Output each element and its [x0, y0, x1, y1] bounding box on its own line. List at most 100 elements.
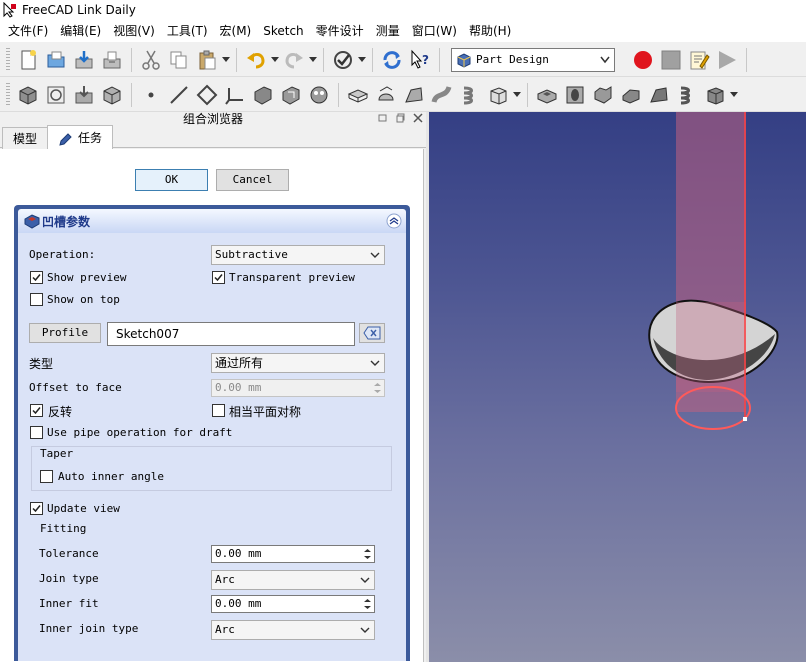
transparent-preview-checkbox[interactable] [212, 271, 225, 284]
toolbar-separator [131, 47, 132, 72]
toolbar-grip[interactable] [6, 47, 10, 72]
subshape-binder-button[interactable] [278, 81, 304, 109]
tolerance-value: 0.00 mm [215, 547, 262, 560]
create-sketch-icon [47, 86, 65, 103]
cancel-button[interactable]: Cancel [216, 169, 289, 191]
3d-viewport[interactable] [429, 112, 806, 662]
clone-alt-button[interactable] [306, 81, 332, 109]
inner-fit-label: Inner fit [39, 597, 99, 610]
spin-arrows-icon[interactable] [362, 547, 373, 561]
subtractive-helix-button[interactable] [674, 81, 700, 109]
dock-undock-icon[interactable] [396, 113, 406, 123]
dock-float-icon[interactable] [378, 113, 388, 123]
shape-binder-button[interactable] [250, 81, 276, 109]
menu-tools[interactable]: 工具(T) [161, 20, 214, 42]
std-cmd-button[interactable] [330, 46, 356, 74]
undo-button[interactable] [243, 46, 269, 74]
paste-button[interactable] [194, 46, 220, 74]
additive-helix-button[interactable] [457, 81, 483, 109]
stop-macro-button[interactable] [658, 46, 684, 74]
clear-profile-button[interactable] [359, 323, 385, 343]
new-document-button[interactable] [15, 46, 41, 74]
show-preview-checkbox[interactable] [30, 271, 43, 284]
record-macro-button[interactable] [630, 46, 656, 74]
hole-button[interactable] [562, 81, 588, 109]
type-select[interactable]: 通过所有 [211, 353, 385, 373]
inner-fit-input[interactable]: 0.00 mm [211, 595, 375, 613]
menu-help[interactable]: 帮助(H) [463, 20, 517, 42]
clone-body-button[interactable] [99, 81, 125, 109]
menu-view[interactable]: 视图(V) [107, 20, 161, 42]
validate-sketch-button[interactable] [71, 81, 97, 109]
update-view-checkbox[interactable] [30, 502, 43, 515]
workbench-selector[interactable]: Part Design [451, 47, 615, 72]
additive-loft-icon [405, 86, 423, 103]
tab-tasks[interactable]: 任务 [47, 125, 114, 149]
edit-macro-button[interactable] [686, 46, 712, 74]
menu-measure[interactable]: 测量 [370, 20, 406, 42]
sketch-vertex[interactable] [743, 417, 747, 421]
copy-button[interactable] [166, 46, 192, 74]
menu-sketch[interactable]: Sketch [257, 20, 309, 42]
close-icon[interactable] [413, 113, 423, 123]
cut-button[interactable] [138, 46, 164, 74]
run-macro-button[interactable] [714, 46, 740, 74]
auto-inner-angle-checkbox[interactable] [40, 470, 53, 483]
additive-pipe-button[interactable] [429, 81, 455, 109]
profile-button[interactable]: Profile [29, 323, 101, 343]
tolerance-input[interactable]: 0.00 mm [211, 545, 375, 563]
groove-button[interactable] [590, 81, 616, 109]
refresh-button[interactable] [379, 46, 405, 74]
chevron-down-icon [360, 577, 370, 583]
undo-dropdown[interactable] [270, 46, 280, 74]
use-pipe-checkbox[interactable] [30, 426, 43, 439]
open-document-button[interactable] [43, 46, 69, 74]
inner-join-type-select[interactable]: Arc [211, 620, 375, 640]
save-button[interactable] [71, 46, 97, 74]
menu-window[interactable]: 窗口(W) [406, 20, 463, 42]
additive-loft-button[interactable] [401, 81, 427, 109]
offset-input[interactable]: 0.00 mm [211, 379, 385, 397]
datum-plane-button[interactable] [194, 81, 220, 109]
profile-field[interactable]: Sketch007 [107, 322, 355, 346]
save-as-button[interactable] [99, 46, 125, 74]
toolbar-grip[interactable] [6, 82, 10, 107]
symmetric-checkbox[interactable] [212, 404, 225, 417]
redo-button[interactable] [281, 46, 307, 74]
pocket-icon [537, 88, 557, 104]
checkmark-icon [214, 274, 223, 282]
subtractive-primitive-dropdown[interactable] [729, 81, 739, 109]
groove-parameters-header[interactable]: 凹槽参数 [18, 209, 406, 233]
menu-part-design[interactable]: 零件设计 [310, 20, 370, 42]
operation-select[interactable]: Subtractive [211, 245, 385, 265]
datum-point-button[interactable] [138, 81, 164, 109]
show-on-top-checkbox[interactable] [30, 293, 43, 306]
subtractive-loft-button[interactable] [618, 81, 644, 109]
collapse-icon[interactable] [386, 213, 402, 229]
create-sketch-button[interactable] [43, 81, 69, 109]
3d-scene[interactable] [429, 112, 806, 662]
additive-box-button[interactable] [485, 81, 511, 109]
spin-arrows-icon[interactable] [362, 597, 373, 611]
tab-model[interactable]: 模型 [2, 127, 49, 149]
pad-button[interactable] [345, 81, 371, 109]
menu-edit[interactable]: 编辑(E) [54, 20, 107, 42]
datum-line-button[interactable] [166, 81, 192, 109]
additive-primitive-dropdown[interactable] [512, 81, 522, 109]
revolution-button[interactable] [373, 81, 399, 109]
join-type-select[interactable]: Arc [211, 570, 375, 590]
menu-file[interactable]: 文件(F) [2, 20, 54, 42]
menu-macro[interactable]: 宏(M) [214, 20, 258, 42]
whats-this-button[interactable]: ? [407, 46, 433, 74]
create-body-button[interactable] [15, 81, 41, 109]
lcs-button[interactable] [222, 81, 248, 109]
reversed-checkbox[interactable] [30, 404, 43, 417]
pocket-button[interactable] [534, 81, 560, 109]
additive-helix-icon [463, 86, 473, 104]
std-cmd-dropdown[interactable] [357, 46, 367, 74]
redo-dropdown[interactable] [308, 46, 318, 74]
subtractive-box-button[interactable] [702, 81, 728, 109]
ok-button[interactable]: OK [135, 169, 208, 191]
subtractive-pipe-button[interactable] [646, 81, 672, 109]
paste-dropdown[interactable] [221, 46, 231, 74]
